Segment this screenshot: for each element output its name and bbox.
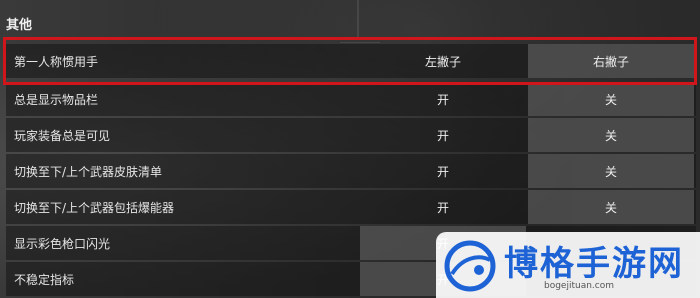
setting-row-weapon-include-blaster: 切换至下/上个武器包括爆能器 开 关 — [6, 190, 696, 224]
option-off[interactable]: 关 — [528, 118, 694, 152]
logo-mark-icon — [444, 240, 496, 292]
option-off[interactable]: 关 — [528, 82, 694, 116]
setting-row-always-show-inventory: 总是显示物品栏 开 关 — [6, 82, 696, 116]
watermark-name: 博格手游网 — [504, 244, 684, 284]
setting-label: 总是显示物品栏 — [14, 92, 99, 107]
setting-label: 切换至下/上个武器包括爆能器 — [14, 200, 175, 215]
option-on[interactable]: 开 — [360, 190, 526, 224]
setting-label: 玩家装备总是可见 — [14, 128, 111, 143]
setting-label: 不稳定指标 — [14, 272, 75, 287]
option-on[interactable]: 开 — [360, 118, 526, 152]
section-title: 其他 — [6, 18, 33, 33]
highlight-box — [3, 37, 697, 85]
setting-row-equipment-visible: 玩家装备总是可见 开 关 — [6, 118, 696, 152]
watermark-url: bogejituan.com — [544, 281, 615, 291]
setting-label: 切换至下/上个武器皮肤清单 — [14, 164, 163, 179]
setting-label: 显示彩色枪口闪光 — [14, 236, 111, 251]
setting-row-weapon-skin-list: 切换至下/上个武器皮肤清单 开 关 — [6, 154, 696, 188]
watermark-logo: 博格手游网 bogejituan.com — [436, 232, 700, 298]
option-off[interactable]: 关 — [528, 190, 694, 224]
option-on[interactable]: 开 — [360, 154, 526, 188]
option-on[interactable]: 开 — [360, 82, 526, 116]
background-line — [357, 0, 359, 40]
option-off[interactable]: 关 — [528, 154, 694, 188]
